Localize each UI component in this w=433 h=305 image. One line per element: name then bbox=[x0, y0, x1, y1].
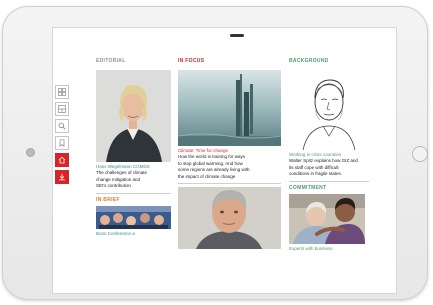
front-camera bbox=[26, 148, 35, 157]
divider bbox=[96, 192, 171, 194]
layout-icon[interactable] bbox=[55, 102, 69, 116]
background-text-line-3: conditions in fragile states. bbox=[289, 171, 343, 177]
in-brief-caption: Bonn Conference a bbox=[96, 230, 135, 236]
background-column: BACKGROUND Working in crisis countries W… bbox=[289, 58, 369, 251]
home-button[interactable] bbox=[412, 146, 428, 162]
share-icon[interactable] bbox=[55, 170, 69, 184]
conference-image[interactable] bbox=[96, 205, 171, 229]
sidebar-toolbar bbox=[55, 85, 69, 187]
editorial-column: EDITORIAL Hans Wegelmann COMDS The chall… bbox=[96, 58, 171, 236]
in-brief-section-label: IN BRIEF bbox=[96, 196, 120, 203]
in-focus-image[interactable] bbox=[178, 70, 281, 146]
divider bbox=[178, 183, 281, 185]
in-focus-text-line-3: some regions are already living with bbox=[178, 167, 250, 173]
editorial-text-line-2: change mitigation and bbox=[96, 176, 141, 182]
app-screen: EDITORIAL Hans Wegelmann COMDS The chall… bbox=[52, 27, 397, 294]
commitment-caption: Experts with business bbox=[289, 245, 333, 251]
in-focus-text-line-2: to stop global warming. And how bbox=[178, 160, 243, 166]
drag-handle[interactable] bbox=[230, 34, 244, 37]
commitment-section-label: COMMITMENT bbox=[289, 184, 327, 191]
background-text-line-1: Walter Spitz explains how GIZ and bbox=[289, 158, 358, 163]
background-text-line-2: its staff cope with difficult bbox=[289, 164, 339, 170]
search-icon[interactable] bbox=[55, 119, 69, 133]
background-caption: Working in crisis countries bbox=[289, 152, 342, 157]
background-section-label: BACKGROUND bbox=[289, 58, 329, 64]
bookmark-icon[interactable] bbox=[55, 136, 69, 150]
editorial-caption: Hans Wegelmann COMDS bbox=[96, 164, 150, 169]
in-focus-column: IN FOCUS Climate: Time for change How th… bbox=[178, 58, 281, 250]
editorial-section-label: EDITORIAL bbox=[96, 58, 126, 64]
background-sketch-image[interactable] bbox=[289, 70, 369, 150]
tablet-frame: EDITORIAL Hans Wegelmann COMDS The chall… bbox=[2, 6, 428, 300]
editorial-text-line-3: SEI's contribution bbox=[96, 183, 131, 189]
home-icon[interactable] bbox=[55, 153, 69, 167]
divider bbox=[289, 180, 369, 182]
man-portrait-image[interactable] bbox=[178, 187, 281, 250]
commitment-image[interactable] bbox=[289, 193, 365, 244]
editorial-text-line-1: The challenges of climate bbox=[96, 170, 148, 175]
in-focus-text-line-1: How the world is training for ways bbox=[178, 154, 246, 159]
in-focus-text-line-4: the impact of climate change bbox=[178, 173, 236, 179]
in-focus-caption: Climate: Time for change bbox=[178, 148, 229, 153]
editorial-portrait-image[interactable] bbox=[96, 70, 171, 162]
in-focus-section-label: IN FOCUS bbox=[178, 58, 205, 64]
grid-icon[interactable] bbox=[55, 85, 69, 99]
